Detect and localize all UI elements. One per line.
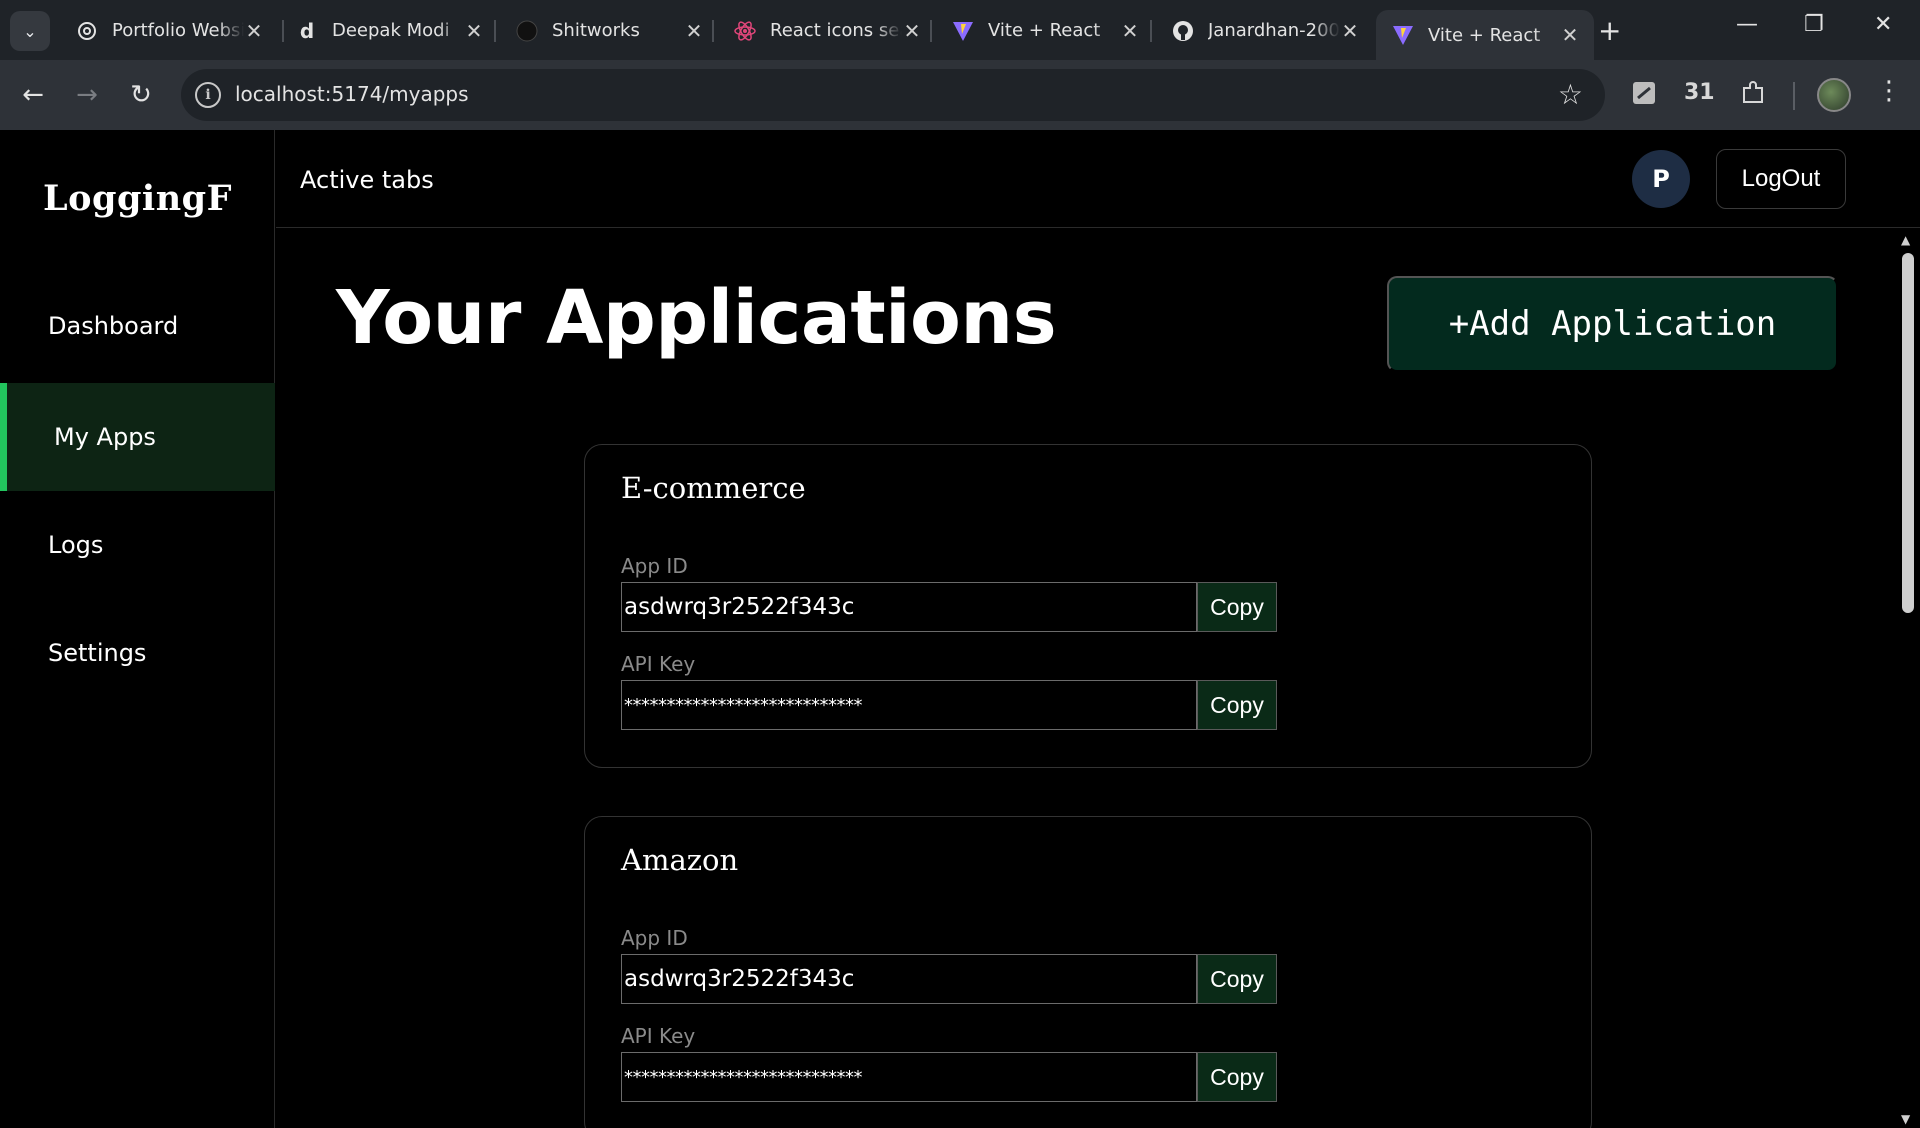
info-icon[interactable]: i bbox=[195, 82, 221, 108]
d-logo-icon: d bbox=[299, 18, 315, 43]
api-key-field[interactable]: **************************** bbox=[621, 1052, 1197, 1102]
app-id-field[interactable]: asdwrq3r2522f343c bbox=[621, 582, 1197, 632]
profile-avatar-icon[interactable] bbox=[1817, 78, 1851, 112]
tab-search-button[interactable]: ⌄ bbox=[10, 11, 50, 51]
sidebar-item-label: Logs bbox=[48, 531, 104, 559]
react-icon bbox=[734, 20, 756, 42]
sidebar-item-logs[interactable]: Logs bbox=[0, 491, 275, 599]
close-icon[interactable]: ✕ bbox=[1560, 23, 1580, 47]
tab-title: Vite + React bbox=[988, 20, 1101, 41]
new-tab-icon[interactable]: + bbox=[1598, 14, 1621, 47]
restore-icon[interactable]: ❐ bbox=[1804, 12, 1824, 37]
github-icon bbox=[1172, 20, 1194, 42]
extensions-puzzle-icon[interactable] bbox=[1740, 80, 1766, 112]
browser-tab-strip: ⌄ Portfolio Website ✕ d Deepak Modi ✕ Sh… bbox=[0, 0, 1920, 60]
sidebar: LoggingF Dashboard My Apps Logs Settings bbox=[0, 130, 275, 1128]
scrollbar-thumb[interactable] bbox=[1902, 253, 1914, 613]
extension-notes-icon[interactable] bbox=[1631, 80, 1657, 112]
close-icon[interactable]: ✕ bbox=[1340, 19, 1360, 43]
add-application-button[interactable]: +Add Application bbox=[1387, 276, 1838, 372]
browser-menu-icon[interactable]: ⋮ bbox=[1876, 76, 1902, 106]
close-icon[interactable]: ✕ bbox=[1120, 19, 1140, 43]
sidebar-item-label: Settings bbox=[48, 639, 147, 667]
app-logo[interactable]: LoggingF bbox=[0, 178, 275, 219]
active-tabs-label: Active tabs bbox=[300, 166, 434, 194]
browser-tab[interactable]: Janardhan-2004 ✕ bbox=[1156, 10, 1374, 51]
tab-divider bbox=[1150, 20, 1152, 42]
logout-button[interactable]: LogOut bbox=[1716, 149, 1846, 209]
sidebar-item-label: Dashboard bbox=[48, 312, 179, 340]
vite-icon bbox=[952, 20, 974, 42]
browser-tab[interactable]: d Deepak Modi ✕ bbox=[280, 10, 498, 51]
close-icon[interactable]: ✕ bbox=[684, 19, 704, 43]
app-header: Active tabs P LogOut bbox=[276, 130, 1920, 228]
openai-icon bbox=[76, 20, 98, 42]
app-card: Amazon App ID asdwrq3r2522f343c Copy API… bbox=[584, 816, 1592, 1128]
tab-title: Deepak Modi bbox=[332, 20, 450, 41]
scroll-down-icon[interactable]: ▼ bbox=[1901, 1112, 1910, 1126]
page-scrollbar[interactable]: ▲ ▼ bbox=[1896, 229, 1920, 1128]
main-content: Your Applications +Add Application E-com… bbox=[276, 229, 1896, 1128]
user-avatar[interactable]: P bbox=[1632, 150, 1690, 208]
circle-icon bbox=[516, 20, 538, 42]
tab-title: Vite + React bbox=[1428, 24, 1541, 46]
close-icon[interactable]: ✕ bbox=[464, 19, 484, 43]
tab-title: Portfolio Website bbox=[112, 20, 244, 41]
api-key-label: API Key bbox=[621, 652, 696, 676]
vite-icon bbox=[1392, 24, 1414, 46]
sidebar-item-dashboard[interactable]: Dashboard bbox=[0, 272, 275, 380]
copy-api-key-button[interactable]: Copy bbox=[1197, 680, 1277, 730]
back-icon[interactable]: ← bbox=[16, 78, 50, 112]
app-card: E-commerce App ID asdwrq3r2522f343c Copy… bbox=[584, 444, 1592, 768]
tab-divider bbox=[712, 20, 714, 42]
app-id-field[interactable]: asdwrq3r2522f343c bbox=[621, 954, 1197, 1004]
tab-title: React icons search bbox=[770, 20, 902, 41]
browser-tab[interactable]: Shitworks ✕ bbox=[500, 10, 718, 51]
close-window-icon[interactable]: ✕ bbox=[1874, 12, 1892, 37]
scroll-up-icon[interactable]: ▲ bbox=[1901, 233, 1910, 247]
sidebar-item-settings[interactable]: Settings bbox=[0, 599, 275, 707]
tab-divider bbox=[494, 20, 496, 42]
sidebar-item-label: My Apps bbox=[54, 423, 156, 451]
app-name: E-commerce bbox=[621, 471, 806, 505]
close-icon[interactable]: ✕ bbox=[902, 19, 922, 43]
api-key-field[interactable]: **************************** bbox=[621, 680, 1197, 730]
browser-toolbar: ← → ↻ i localhost:5174/myapps ☆ 31 ⋮ bbox=[0, 60, 1920, 130]
browser-tab[interactable]: React icons search ✕ bbox=[718, 10, 936, 51]
copy-app-id-button[interactable]: Copy bbox=[1197, 582, 1277, 632]
extension-calendar-badge[interactable]: 31 bbox=[1684, 80, 1715, 105]
bookmark-star-icon[interactable]: ☆ bbox=[1558, 78, 1583, 111]
page-title: Your Applications bbox=[336, 275, 1057, 361]
reload-icon[interactable]: ↻ bbox=[124, 78, 158, 112]
tab-title: Janardhan-2004 bbox=[1208, 20, 1340, 41]
browser-tab[interactable]: Portfolio Website ✕ bbox=[60, 10, 278, 51]
sidebar-item-my-apps[interactable]: My Apps bbox=[0, 383, 275, 491]
copy-api-key-button[interactable]: Copy bbox=[1197, 1052, 1277, 1102]
close-icon[interactable]: ✕ bbox=[244, 19, 264, 43]
api-key-label: API Key bbox=[621, 1024, 696, 1048]
app-id-label: App ID bbox=[621, 926, 688, 950]
copy-app-id-button[interactable]: Copy bbox=[1197, 954, 1277, 1004]
forward-icon[interactable]: → bbox=[70, 78, 104, 112]
tab-title: Shitworks bbox=[552, 20, 640, 41]
browser-tab[interactable]: Vite + React ✕ bbox=[936, 10, 1154, 51]
url-text[interactable]: localhost:5174/myapps bbox=[235, 82, 469, 106]
app-id-label: App ID bbox=[621, 554, 688, 578]
minimize-icon[interactable]: — bbox=[1736, 12, 1758, 37]
toolbar-divider bbox=[1793, 82, 1795, 110]
app-name: Amazon bbox=[621, 843, 739, 877]
address-bar[interactable]: i localhost:5174/myapps ☆ bbox=[181, 69, 1605, 121]
chevron-down-icon: ⌄ bbox=[23, 21, 37, 41]
tab-divider bbox=[930, 20, 932, 42]
browser-tab-active[interactable]: Vite + React ✕ bbox=[1376, 10, 1594, 60]
